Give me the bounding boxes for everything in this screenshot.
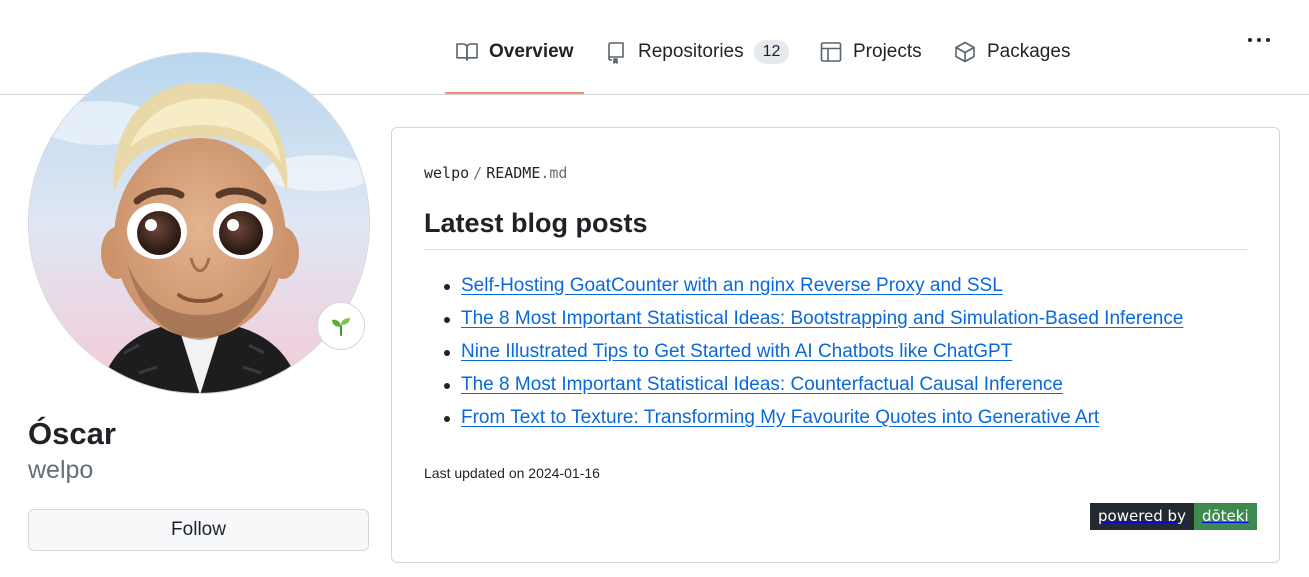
list-item: Nine Illustrated Tips to Get Started wit… [424, 338, 1183, 371]
readme-owner-link[interactable]: welpo [424, 164, 469, 182]
bullet [444, 317, 450, 323]
readme-path: welpo / README.md [424, 164, 567, 182]
powered-by-brand: dōteki [1193, 503, 1257, 530]
readme-card: welpo / README.md Latest blog posts Self-H… [391, 127, 1280, 563]
kebab-dot [1257, 38, 1261, 42]
bullet [444, 350, 450, 356]
status-badge[interactable] [317, 302, 365, 350]
blog-post-link[interactable]: Self-Hosting GoatCounter with an nginx R… [461, 275, 1003, 296]
powered-by-badge[interactable]: powered by dōteki [1090, 503, 1257, 530]
blog-post-link[interactable]: From Text to Texture: Transforming My Fa… [461, 407, 1099, 428]
repositories-count-badge: 12 [753, 40, 790, 64]
follow-button[interactable]: Follow [28, 509, 369, 551]
blog-post-link[interactable]: Nine Illustrated Tips to Get Started wit… [461, 341, 1012, 362]
list-item: The 8 Most Important Statistical Ideas: … [424, 305, 1183, 338]
repo-icon [608, 42, 624, 64]
readme-file-ext: .md [540, 164, 568, 182]
tab-overview-label: Overview [489, 41, 574, 62]
seedling-icon [332, 318, 350, 336]
readme-file-name: README [486, 164, 541, 182]
tab-packages-label: Packages [987, 41, 1071, 62]
tab-projects-label: Projects [853, 41, 922, 62]
blog-post-link[interactable]: The 8 Most Important Statistical Ideas: … [461, 374, 1063, 395]
blog-post-link[interactable]: The 8 Most Important Statistical Ideas: … [461, 308, 1183, 329]
heading-divider [424, 249, 1247, 250]
tab-repositories-label: Repositories [638, 41, 744, 62]
tab-packages[interactable]: Packages [953, 40, 1070, 94]
avatar[interactable] [28, 52, 370, 394]
table-icon [820, 42, 842, 62]
powered-by-label: powered by [1090, 503, 1194, 530]
readme-heading: Latest blog posts [424, 208, 648, 238]
bullet [444, 383, 450, 389]
list-item: From Text to Texture: Transforming My Fa… [424, 404, 1183, 437]
package-icon [955, 41, 975, 63]
book-icon [456, 43, 478, 61]
avatar-image [29, 53, 369, 393]
kebab-dot [1266, 38, 1270, 42]
path-separator: / [473, 164, 483, 182]
tab-projects[interactable]: Projects [819, 40, 922, 94]
blog-post-list: Self-Hosting GoatCounter with an nginx R… [424, 272, 1183, 437]
profile-full-name: Óscar [28, 416, 116, 451]
list-item: Self-Hosting GoatCounter with an nginx R… [424, 272, 1183, 305]
tab-repositories[interactable]: Repositories 12 [604, 40, 790, 94]
profile-username: welpo [28, 456, 94, 484]
list-item: The 8 Most Important Statistical Ideas: … [424, 371, 1183, 404]
bullet [444, 416, 450, 422]
bullet [444, 284, 450, 290]
tab-overview[interactable]: Overview [445, 40, 583, 94]
kebab-dot [1248, 38, 1252, 42]
last-updated-text: Last updated on 2024-01-16 [424, 465, 600, 481]
more-options-button[interactable] [1240, 28, 1278, 52]
